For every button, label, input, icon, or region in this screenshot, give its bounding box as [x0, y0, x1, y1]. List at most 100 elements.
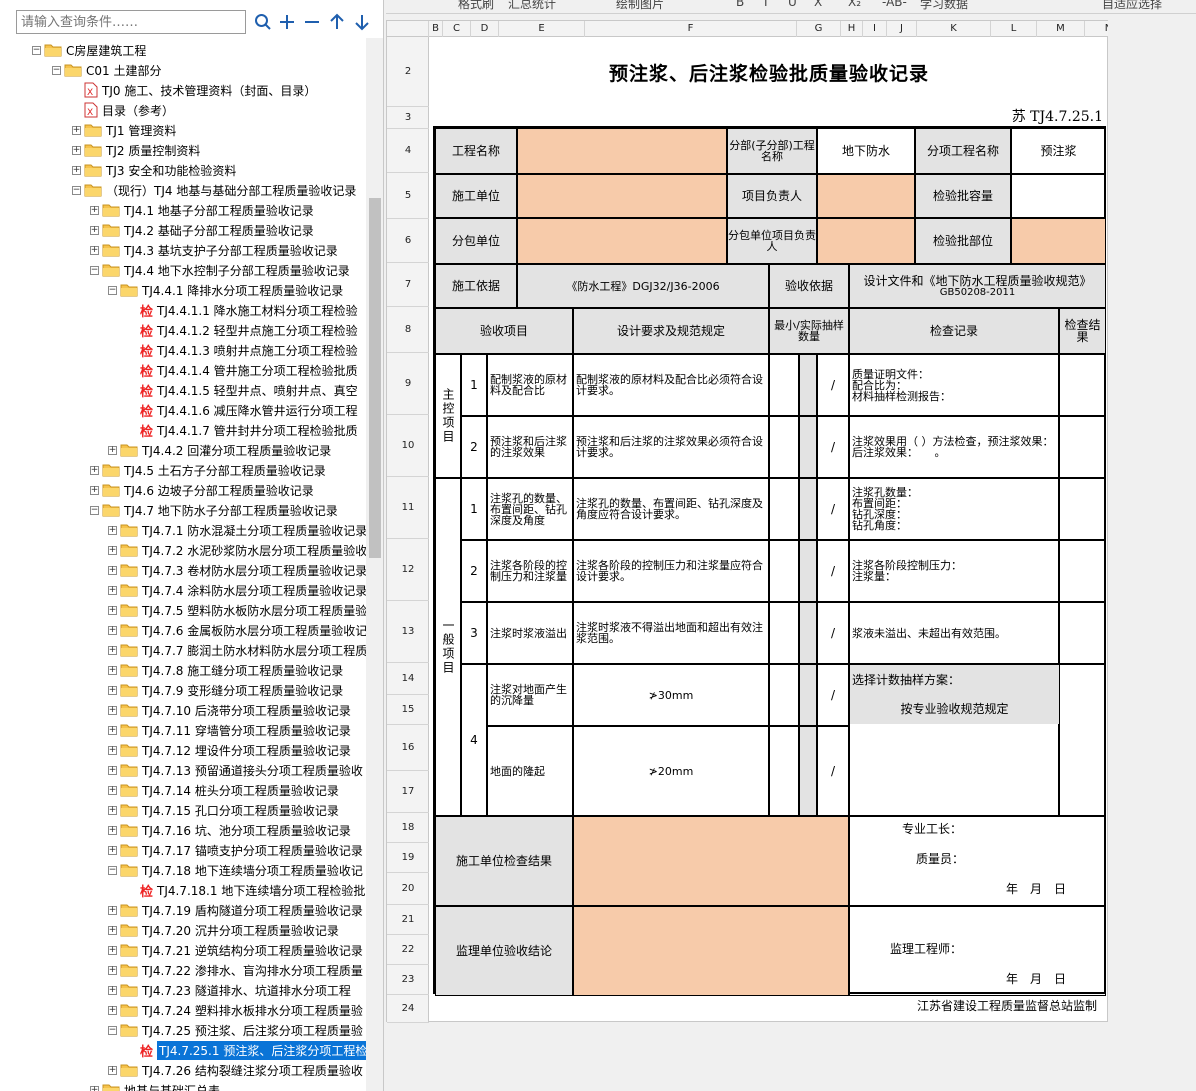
- expand-toggle-icon[interactable]: +: [108, 645, 117, 655]
- row-header-cell[interactable]: 2: [387, 37, 429, 107]
- expand-toggle-icon[interactable]: +: [108, 585, 117, 595]
- tree-node[interactable]: + TJ4.7.22 渗排水、盲沟排水分项工程质量: [108, 960, 363, 980]
- expand-toggle-icon[interactable]: +: [108, 1065, 117, 1075]
- tree-node[interactable]: − TJ4.7 地下防水子分部工程质量验收记录: [90, 500, 338, 520]
- toolbar-item[interactable]: 汇总统计: [508, 0, 556, 12]
- sampling-plan-blank[interactable]: [849, 724, 1059, 816]
- inspection-record[interactable]: 注浆效果用（ ）方法检查，预注浆效果： 后注浆效果： 。: [849, 416, 1059, 478]
- sample-min-field[interactable]: [769, 416, 799, 478]
- tree-node[interactable]: + TJ4.7.9 变形缝分项工程质量验收记录: [108, 680, 343, 700]
- row-header-cell[interactable]: 19: [387, 843, 429, 873]
- column-header-cell[interactable]: G: [797, 21, 841, 37]
- expand-toggle-icon[interactable]: −: [108, 1025, 117, 1035]
- inspection-result-field[interactable]: [1059, 540, 1106, 602]
- tree-node[interactable]: + TJ4.7.3 卷材防水层分项工程质量验收记录: [108, 560, 366, 580]
- expand-toggle-icon[interactable]: +: [108, 625, 117, 635]
- expand-toggle-icon[interactable]: +: [108, 445, 117, 455]
- tree-node[interactable]: 检 TJ4.7.18.1 地下连续墙分项工程检验批: [128, 880, 365, 900]
- tree-scrollbar[interactable]: [366, 38, 383, 1091]
- expand-toggle-icon[interactable]: +: [108, 605, 117, 615]
- tree-node[interactable]: + 地基与基础汇总表: [90, 1080, 220, 1091]
- batch-location-field[interactable]: [1011, 218, 1106, 264]
- row-header-cell[interactable]: 18: [387, 813, 429, 843]
- tree-node[interactable]: + TJ4.7.11 穿墙管分项工程质量验收记录: [108, 720, 351, 740]
- row-header-cell[interactable]: 16: [387, 725, 429, 771]
- inspection-result-field[interactable]: [1059, 354, 1106, 416]
- tree-node[interactable]: + TJ4.7.6 金属板防水层分项工程质量验收记: [108, 620, 366, 640]
- expand-toggle-icon[interactable]: +: [108, 925, 117, 935]
- expand-toggle-icon[interactable]: +: [108, 785, 117, 795]
- expand-toggle-icon[interactable]: −: [32, 45, 41, 55]
- expand-toggle-icon[interactable]: −: [90, 265, 99, 275]
- tree-node[interactable]: + TJ4.7.24 塑料排水板排水分项工程质量验: [108, 1000, 363, 1020]
- column-header-cell[interactable]: M: [1037, 21, 1085, 37]
- contractor-field[interactable]: [517, 174, 727, 218]
- row-header-cell[interactable]: 20: [387, 873, 429, 905]
- arrow-up-icon[interactable]: [326, 10, 348, 34]
- expand-toggle-icon[interactable]: +: [90, 485, 99, 495]
- expand-toggle-icon[interactable]: +: [108, 905, 117, 915]
- tree-node[interactable]: + TJ4.7.7 膨润土防水材料防水层分项工程质: [108, 640, 366, 660]
- expand-toggle-icon[interactable]: +: [108, 725, 117, 735]
- inspection-record[interactable]: 注浆孔数量： 布置间距： 钻孔深度： 钻孔角度：: [849, 478, 1059, 540]
- column-header-cell[interactable]: K: [917, 21, 991, 37]
- tree-node[interactable]: 检 TJ4.4.1.4 管井施工分项工程检验批质: [128, 360, 358, 380]
- row-header-cell[interactable]: 3: [387, 107, 429, 129]
- batch-capacity-field[interactable]: [1011, 174, 1106, 218]
- tree-node[interactable]: + TJ4.7.26 结构裂缝注浆分项工程质量验收: [108, 1060, 363, 1080]
- expand-toggle-icon[interactable]: −: [108, 865, 117, 875]
- column-header-cell[interactable]: J: [887, 21, 917, 37]
- inspection-result-field[interactable]: [1059, 602, 1106, 664]
- tree-node[interactable]: + TJ1 管理资料: [72, 120, 176, 140]
- row-header-cell[interactable]: 15: [387, 695, 429, 725]
- column-header-cell[interactable]: F: [585, 21, 797, 37]
- row-header-cell[interactable]: 9: [387, 353, 429, 415]
- tree-node[interactable]: − （现行）TJ4 地基与基础分部工程质量验收记录: [72, 180, 356, 200]
- inspection-record[interactable]: 浆液未溢出、未超出有效范围。: [849, 602, 1059, 664]
- tree-node[interactable]: + TJ4.7.5 塑料防水板防水层分项工程质量验: [108, 600, 366, 620]
- tree-node[interactable]: 检 TJ4.4.1.3 喷射井点施工分项工程检验: [128, 340, 358, 360]
- tree-node[interactable]: + TJ4.2 基础子分部工程质量验收记录: [90, 220, 314, 240]
- tree-node[interactable]: + TJ4.7.16 坑、池分项工程质量验收记录: [108, 820, 351, 840]
- tree-node[interactable]: − TJ4.4 地下水控制子分部工程质量验收记录: [90, 260, 350, 280]
- tree-node[interactable]: + TJ4.4.2 回灌分项工程质量验收记录: [108, 440, 331, 460]
- tree-node[interactable]: + TJ4.3 基坑支护子分部工程质量验收记录: [90, 240, 338, 260]
- expand-toggle-icon[interactable]: +: [108, 765, 117, 775]
- expand-toggle-icon[interactable]: +: [108, 525, 117, 535]
- tree-node[interactable]: + TJ4.7.21 逆筑结构分项工程质量验收记录: [108, 940, 363, 960]
- tree-node[interactable]: 检 TJ4.7.25.1 预注浆、后注浆分项工程检: [128, 1040, 366, 1060]
- toolbar-item[interactable]: 自适应选择: [1102, 0, 1162, 12]
- tree-node[interactable]: + TJ4.6 边坡子分部工程质量验收记录: [90, 480, 314, 500]
- expand-toggle-icon[interactable]: +: [108, 1005, 117, 1015]
- column-header-cell[interactable]: D: [471, 21, 499, 37]
- supervisor-result-field[interactable]: [573, 906, 849, 996]
- tree-node[interactable]: + TJ4.7.19 盾构隧道分项工程质量验收记录: [108, 900, 363, 920]
- toolbar-item[interactable]: -AB-: [882, 0, 907, 9]
- subcontractor-field[interactable]: [517, 218, 727, 264]
- row-header-cell[interactable]: 12: [387, 539, 429, 601]
- arrow-down-icon[interactable]: [351, 10, 373, 34]
- toolbar-item[interactable]: X: [814, 0, 822, 9]
- expand-toggle-icon[interactable]: +: [90, 225, 99, 235]
- expand-toggle-icon[interactable]: −: [90, 505, 99, 515]
- row-header-cell[interactable]: 5: [387, 173, 429, 219]
- tree-node[interactable]: + TJ4.7.23 隧道排水、坑道排水分项工程: [108, 980, 351, 1000]
- tree-node[interactable]: + TJ4.7.14 桩头分项工程质量验收记录: [108, 780, 339, 800]
- expand-toggle-icon[interactable]: +: [108, 745, 117, 755]
- search-icon[interactable]: [252, 10, 274, 34]
- sheet-corner[interactable]: [387, 21, 429, 37]
- tree-node[interactable]: + TJ3 安全和功能检验资料: [72, 160, 236, 180]
- tree-node[interactable]: X 目录（参考）: [72, 100, 174, 120]
- row-header-cell[interactable]: 24: [387, 995, 429, 1023]
- spreadsheet[interactable]: BCDEFGHIJKLMNO 2345678910111213141516171…: [386, 20, 1183, 1023]
- contractor-result-field[interactable]: [573, 816, 849, 906]
- tree-node[interactable]: + TJ4.7.20 沉井分项工程质量验收记录: [108, 920, 339, 940]
- expand-toggle-icon[interactable]: +: [90, 1085, 99, 1091]
- expand-toggle-icon[interactable]: +: [108, 685, 117, 695]
- row-header-cell[interactable]: 4: [387, 129, 429, 173]
- sample-min-field[interactable]: [769, 726, 799, 816]
- expand-toggle-icon[interactable]: +: [90, 205, 99, 215]
- row-header-cell[interactable]: 7: [387, 263, 429, 307]
- remove-icon[interactable]: [301, 10, 323, 34]
- row-header-cell[interactable]: 13: [387, 601, 429, 663]
